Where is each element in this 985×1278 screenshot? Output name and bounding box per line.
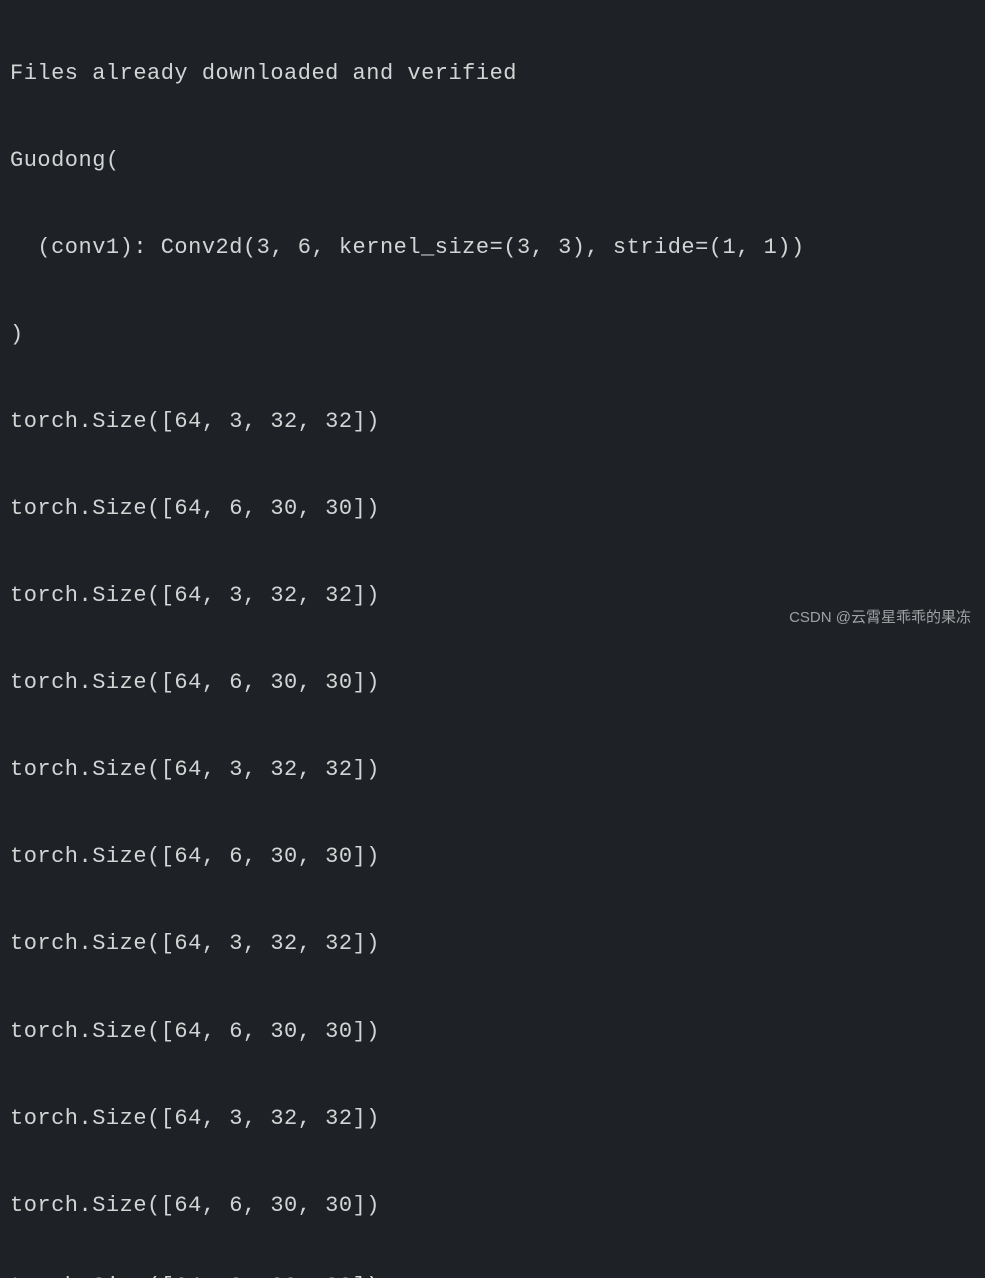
output-line: torch.Size([64, 6, 30, 30]) [10, 661, 975, 705]
output-line: torch.Size([64, 3, 32, 32]) [10, 400, 975, 444]
output-line: torch.Size([64, 3, 32, 32]) [10, 1097, 975, 1141]
output-line: torch.Size([64, 3, 32, 32]) [10, 748, 975, 792]
output-line: ) [10, 313, 975, 357]
output-line: torch.Size([64, 6, 30, 30]) [10, 487, 975, 531]
output-line: torch.Size([64, 6, 30, 30]) [10, 835, 975, 879]
output-line: torch.Size([64, 6, 30, 30]) [10, 1010, 975, 1054]
terminal-output: Files already downloaded and verified Gu… [0, 0, 985, 1278]
output-line: torch.Size([64, 3, 32, 32]) [10, 1265, 975, 1278]
output-line: Guodong( [10, 139, 975, 183]
output-line: (conv1): Conv2d(3, 6, kernel_size=(3, 3)… [10, 226, 975, 270]
output-line: torch.Size([64, 3, 32, 32]) [10, 922, 975, 966]
output-line: Files already downloaded and verified [10, 52, 975, 96]
watermark-text: CSDN @云霄星乖乖的果冻 [789, 606, 971, 627]
output-line: torch.Size([64, 6, 30, 30]) [10, 1184, 975, 1228]
